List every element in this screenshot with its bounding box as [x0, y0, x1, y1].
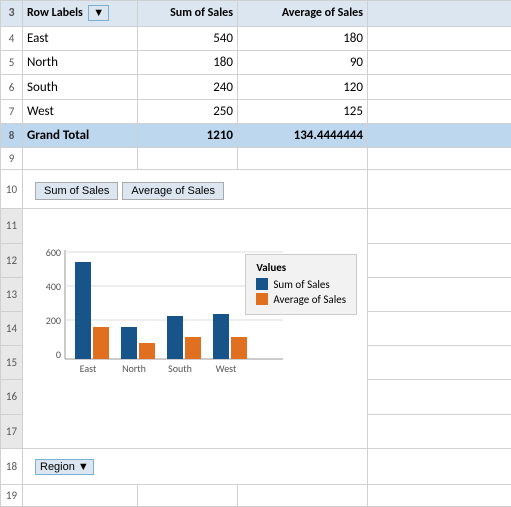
grand-total-sum: 1210 — [138, 124, 238, 148]
west-sum-bar — [213, 314, 229, 359]
south-avg-bar — [185, 337, 201, 359]
region-filter-label: Region — [40, 461, 75, 473]
grand-total-row: 8 Grand Total 1210 134.4444444 — [1, 124, 511, 148]
table-row: 4 East 540 180 — [1, 26, 511, 50]
west-sum: 250 — [138, 99, 238, 123]
table-row: 6 South 240 120 — [1, 75, 511, 99]
row-num-5: 5 — [1, 51, 23, 75]
chart-row: 11 600 400 200 0 — [1, 209, 511, 243]
north-sum: 180 — [138, 51, 238, 75]
row-num-7: 7 — [1, 99, 23, 123]
col-e-8 — [368, 124, 511, 148]
col-e-5 — [368, 51, 511, 75]
grand-total-avg: 134.4444444 — [238, 124, 368, 148]
south-sum: 240 — [138, 75, 238, 99]
avg-sales-header: Average of Sales — [238, 1, 368, 27]
col-e-6 — [368, 75, 511, 99]
row-labels-text: Row Labels — [27, 6, 83, 20]
filter-cell: Region ▼ — [23, 448, 368, 485]
empty-row-9: 9 — [1, 148, 511, 170]
east-sum-bar — [75, 262, 91, 359]
sum-legend-label: Sum of Sales — [273, 278, 329, 291]
row-num-8: 8 — [1, 124, 23, 148]
svg-text:600: 600 — [46, 246, 61, 259]
svg-text:0: 0 — [56, 348, 61, 361]
south-sum-bar — [167, 316, 183, 359]
row-num-15: 15 — [1, 346, 23, 380]
legend-item-sum: Sum of Sales — [256, 278, 346, 291]
avg-of-sales-chart-btn[interactable]: Average of Sales — [122, 182, 224, 200]
filter-area: Region ▼ — [27, 455, 363, 479]
row-num-10: 10 — [1, 170, 23, 209]
chart-area-cell: 600 400 200 0 — [23, 209, 368, 448]
pivot-header-row: 3 Row Labels ▼ Sum of Sales Average of S… — [1, 1, 511, 27]
row-labels-header: Row Labels ▼ — [23, 1, 138, 27]
svg-text:South: South — [168, 362, 192, 375]
row-num-14: 14 — [1, 311, 23, 345]
sum-legend-color — [256, 278, 268, 290]
col-e-7 — [368, 99, 511, 123]
avg-legend-color — [256, 293, 268, 305]
legend-item-avg: Average of Sales — [256, 293, 346, 306]
col-e-4 — [368, 26, 511, 50]
east-avg-bar — [93, 327, 109, 359]
avg-legend-label: Average of Sales — [273, 293, 346, 306]
svg-text:West: West — [216, 362, 237, 375]
svg-text:East: East — [80, 362, 97, 375]
region-west: West — [23, 99, 138, 123]
row-num-3: 3 — [1, 1, 23, 27]
empty-row-19: 19 — [1, 485, 511, 507]
south-avg: 120 — [238, 75, 368, 99]
row-num-18: 18 — [1, 448, 23, 485]
svg-text:North: North — [122, 362, 146, 375]
filter-row: 18 Region ▼ — [1, 448, 511, 485]
row-num-4: 4 — [1, 26, 23, 50]
region-filter-btn[interactable]: Region ▼ — [35, 459, 94, 475]
north-sum-bar — [121, 327, 137, 359]
west-avg: 125 — [238, 99, 368, 123]
east-avg: 180 — [238, 26, 368, 50]
legend-title: Values — [256, 261, 346, 274]
col-e-header — [368, 1, 511, 27]
svg-text:200: 200 — [46, 314, 61, 327]
chart-buttons-cell: Sum of Sales Average of Sales — [23, 170, 368, 209]
chart-legend: Values Sum of Sales Average of Sales — [245, 254, 357, 315]
grand-total-label: Grand Total — [23, 124, 138, 148]
row-num-17: 17 — [1, 414, 23, 448]
row-num-13: 13 — [1, 277, 23, 311]
table-row: 7 West 250 125 — [1, 99, 511, 123]
chart-buttons-container: Sum of Sales Average of Sales — [35, 182, 355, 200]
row-labels-filter-btn[interactable]: ▼ — [88, 5, 109, 21]
region-filter-arrow: ▼ — [78, 461, 89, 473]
row-num-9: 9 — [1, 148, 23, 170]
north-avg-bar — [139, 343, 155, 359]
east-sum: 540 — [138, 26, 238, 50]
row-num-11: 11 — [1, 209, 23, 243]
chart-buttons-row: 10 Sum of Sales Average of Sales — [1, 170, 511, 209]
row-num-19: 19 — [1, 485, 23, 507]
region-south: South — [23, 75, 138, 99]
north-avg: 90 — [238, 51, 368, 75]
region-north: North — [23, 51, 138, 75]
sum-sales-header: Sum of Sales — [138, 1, 238, 27]
west-avg-bar — [231, 337, 247, 359]
svg-text:400: 400 — [46, 280, 61, 293]
row-num-6: 6 — [1, 75, 23, 99]
sum-of-sales-chart-btn[interactable]: Sum of Sales — [35, 182, 118, 200]
region-east: East — [23, 26, 138, 50]
row-num-16: 16 — [1, 380, 23, 414]
row-num-12: 12 — [1, 243, 23, 277]
table-row: 5 North 180 90 — [1, 51, 511, 75]
